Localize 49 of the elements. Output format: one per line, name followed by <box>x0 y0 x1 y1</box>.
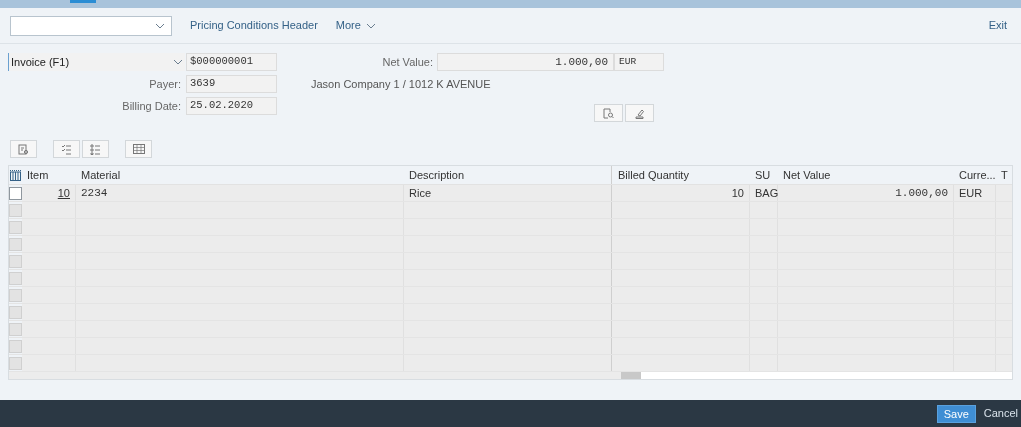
pricing-conditions-button[interactable]: Pricing Conditions Header <box>190 17 318 34</box>
details-button[interactable] <box>10 140 37 158</box>
document-search-button[interactable] <box>594 104 623 122</box>
table-icon <box>132 144 145 154</box>
layout-button[interactable] <box>125 140 152 158</box>
payer-name: Jason Company 1 / 1012 K AVENUE <box>311 76 491 92</box>
document-search-icon <box>603 107 614 119</box>
chevron-down-icon <box>173 59 183 65</box>
billing-date-field[interactable]: 25.02.2020 <box>186 97 277 115</box>
column-settings-icon[interactable] <box>9 169 21 181</box>
table-cell-text: 1.000,00 <box>895 185 948 201</box>
chevron-down-icon <box>365 22 376 29</box>
item-link[interactable]: 10 <box>57 184 70 202</box>
row-checkbox[interactable] <box>9 186 22 200</box>
view-dropdown[interactable] <box>10 15 172 36</box>
column-header[interactable]: Item <box>21 166 75 184</box>
cancel-button[interactable]: Cancel <box>981 404 1020 423</box>
horizontal-scrollbar[interactable] <box>621 372 1012 379</box>
column-header[interactable]: Billed Quantity <box>611 166 749 184</box>
net-value-label: Net Value: <box>381 54 434 70</box>
document-search-icon <box>18 143 29 155</box>
eraser-icon <box>634 107 645 119</box>
deselect-all-button[interactable] <box>82 140 109 158</box>
eraser-button[interactable] <box>625 104 654 122</box>
column-header[interactable]: Material <box>75 166 403 184</box>
table-cell-text: BAG <box>755 185 779 201</box>
select-all-button[interactable] <box>53 140 80 158</box>
billing-date-label: Billing Date: <box>121 98 182 114</box>
net-value-field[interactable]: 1.000,00 <box>437 53 614 71</box>
column-header[interactable]: T <box>995 166 1012 184</box>
column-header[interactable]: Net Value <box>777 166 953 184</box>
list-icon <box>90 143 101 155</box>
payer-field[interactable]: 3639 <box>186 75 277 93</box>
document-type-dropdown[interactable]: Invoice (F1) <box>8 53 185 71</box>
table-cell-text: EUR <box>959 185 983 201</box>
table-cell-text: 10 <box>731 185 744 201</box>
currency-field[interactable]: EUR <box>614 53 664 71</box>
more-menu-button[interactable]: More <box>335 17 376 34</box>
exit-button[interactable]: Exit <box>988 17 1007 34</box>
document-number-field[interactable]: $000000001 <box>186 53 277 71</box>
table-cell-text: Rice <box>409 185 431 201</box>
checklist-icon <box>61 143 72 155</box>
chevron-down-icon <box>155 22 165 29</box>
column-header[interactable]: Curre... <box>953 166 995 184</box>
active-tab-indicator <box>70 0 96 3</box>
table-cell-text: 2234 <box>81 185 108 201</box>
column-header[interactable]: Description <box>403 166 611 184</box>
payer-label: Payer: <box>148 76 182 92</box>
column-header[interactable]: SU <box>749 166 777 184</box>
